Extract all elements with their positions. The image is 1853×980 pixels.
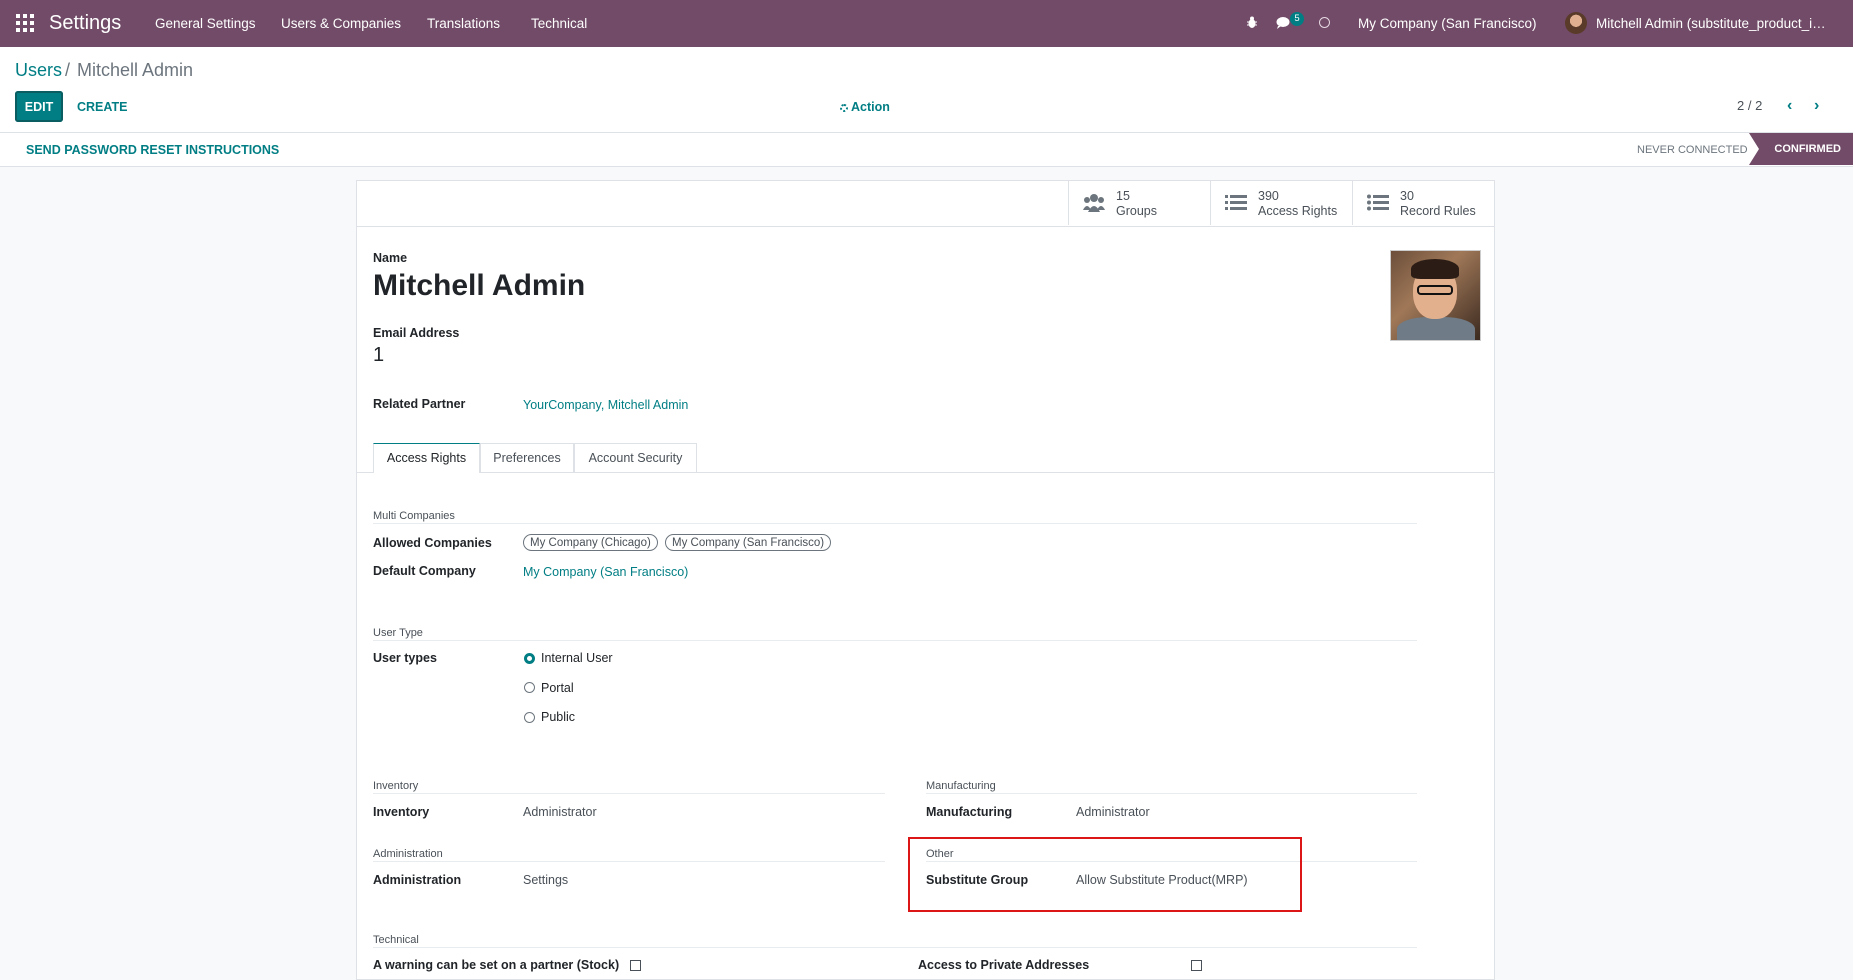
highlight-box	[908, 837, 1302, 912]
user-type-title: User Type	[373, 627, 423, 639]
action-label: Action	[851, 100, 890, 114]
header-divider	[0, 132, 1853, 133]
inventory-title: Inventory	[373, 780, 419, 792]
administration-label: Administration	[373, 873, 462, 887]
radio-public[interactable]	[524, 712, 535, 723]
inventory-divider	[373, 793, 885, 794]
user-type-divider	[373, 640, 1417, 641]
breadcrumb-current: Mitchell Admin	[77, 60, 194, 80]
radio-portal[interactable]	[524, 682, 535, 693]
partner-warning-label: A warning can be set on a partner (Stock…	[373, 958, 620, 972]
user-avatar[interactable]	[1565, 12, 1587, 34]
multi-companies-title: Multi Companies	[373, 510, 455, 522]
pager-value[interactable]: 2 / 2	[1737, 98, 1762, 113]
activity-clock-icon[interactable]	[1319, 17, 1330, 28]
manufacturing-value[interactable]: Administrator	[1076, 805, 1150, 819]
apps-menu-icon[interactable]	[16, 14, 34, 32]
manufacturing-title: Manufacturing	[926, 780, 996, 792]
list-icon	[1367, 194, 1389, 211]
record-rules-count: 30	[1400, 189, 1414, 203]
user-name-field: Mitchell Admin	[373, 269, 586, 302]
send-password-reset-button[interactable]: SEND PASSWORD RESET INSTRUCTIONS	[26, 143, 279, 157]
chat-count-badge: 5	[1290, 12, 1304, 26]
administration-divider	[373, 861, 885, 862]
default-company-label: Default Company	[373, 564, 476, 578]
private-addresses-label: Access to Private Addresses	[918, 958, 1090, 972]
related-partner-link[interactable]: YourCompany, Mitchell Admin	[523, 398, 688, 412]
tab-account-security[interactable]: Account Security	[574, 443, 697, 472]
email-field: 1	[373, 344, 385, 366]
list-icon	[1225, 195, 1247, 210]
administration-value[interactable]: Settings	[523, 873, 568, 887]
menu-technical[interactable]: Technical	[531, 16, 587, 31]
access-rights-stat-button[interactable]: 390 Access Rights	[1210, 181, 1353, 225]
user-photo[interactable]	[1390, 250, 1481, 341]
users-icon	[1083, 194, 1105, 212]
technical-divider	[373, 947, 1417, 948]
top-navbar: Settings General Settings Users & Compan…	[0, 0, 1853, 47]
allowed-companies-label: Allowed Companies	[373, 536, 492, 550]
multi-companies-divider	[373, 523, 1417, 524]
edit-button[interactable]: EDIT	[15, 91, 63, 122]
smart-button-box: 15 Groups 390 Access Rights 30 Record Ru…	[357, 181, 1494, 227]
record-rules-label: Record Rules	[1400, 204, 1476, 218]
radio-internal-user[interactable]	[524, 653, 535, 664]
email-label: Email Address	[373, 326, 460, 340]
access-rights-label: Access Rights	[1258, 204, 1338, 218]
breadcrumb-users[interactable]: Users	[15, 60, 62, 81]
private-addresses-checkbox[interactable]	[1191, 960, 1202, 971]
access-rights-count: 390	[1258, 189, 1279, 203]
groups-count: 15	[1116, 189, 1130, 203]
manufacturing-label: Manufacturing	[926, 805, 1013, 819]
status-confirmed[interactable]: CONFIRMED	[1749, 133, 1853, 165]
user-menu[interactable]: Mitchell Admin (substitute_product_in_..…	[1596, 16, 1832, 31]
chevron-right-icon[interactable]: ›	[1814, 97, 1819, 115]
app-name[interactable]: Settings	[49, 12, 121, 35]
chevron-left-icon[interactable]: ‹	[1787, 97, 1792, 115]
inventory-label: Inventory	[373, 805, 430, 819]
menu-translations[interactable]: Translations	[427, 16, 500, 31]
tab-access-rights[interactable]: Access Rights	[373, 443, 480, 473]
inventory-value[interactable]: Administrator	[523, 805, 597, 819]
administration-title: Administration	[373, 848, 443, 860]
bug-icon[interactable]	[1247, 16, 1257, 29]
radio-public-label[interactable]: Public	[541, 710, 575, 724]
record-rules-stat-button[interactable]: 30 Record Rules	[1352, 181, 1495, 225]
groups-label: Groups	[1116, 204, 1157, 218]
radio-portal-label[interactable]: Portal	[541, 681, 574, 695]
default-company-link[interactable]: My Company (San Francisco)	[523, 565, 688, 579]
name-label: Name	[373, 251, 408, 265]
menu-users-companies[interactable]: Users & Companies	[281, 16, 401, 31]
radio-internal-user-label[interactable]: Internal User	[541, 651, 613, 665]
create-button[interactable]: CREATE	[77, 100, 127, 114]
related-partner-label: Related Partner	[373, 397, 466, 411]
manufacturing-divider	[926, 793, 1417, 794]
company-tag-chicago[interactable]: My Company (Chicago)	[523, 534, 658, 551]
action-menu-button[interactable]: Action	[840, 100, 890, 114]
tab-preferences[interactable]: Preferences	[480, 443, 574, 472]
control-panel: Users / Mitchell Admin EDIT CREATE Actio…	[0, 47, 1853, 167]
status-never-connected[interactable]: NEVER CONNECTED	[1637, 144, 1748, 156]
company-tag-san-francisco[interactable]: My Company (San Francisco)	[665, 534, 832, 551]
groups-stat-button[interactable]: 15 Groups	[1068, 181, 1211, 225]
breadcrumb-separator: /	[65, 60, 71, 80]
partner-warning-checkbox[interactable]	[630, 960, 641, 971]
menu-general-settings[interactable]: General Settings	[155, 16, 256, 31]
technical-title: Technical	[373, 934, 419, 946]
user-types-label: User types	[373, 651, 437, 665]
gear-icon	[840, 104, 848, 112]
company-switcher[interactable]: My Company (San Francisco)	[1358, 16, 1537, 31]
